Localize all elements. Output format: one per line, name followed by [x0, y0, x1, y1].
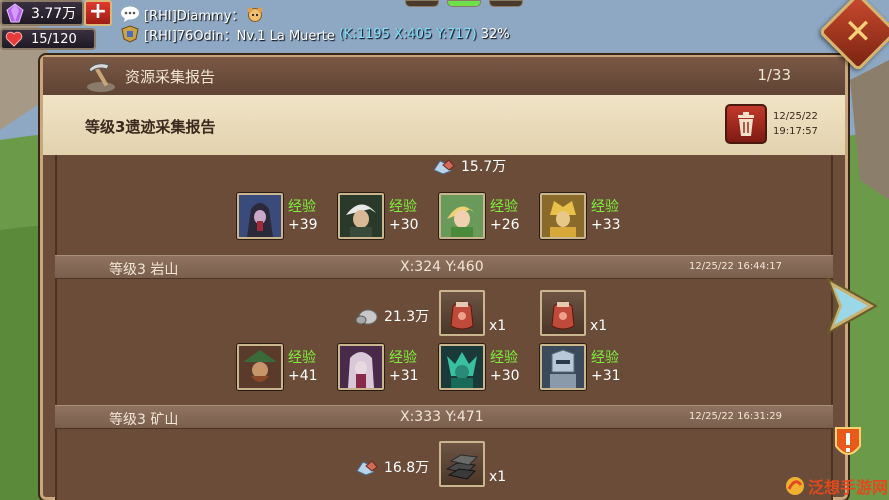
exp-value: +26 — [490, 217, 520, 233]
resource-amount-value: 21.3万 — [384, 309, 430, 325]
chat-line: [RHI]76Odin：Nv.1 La Muerte (K:1195 X:405… — [120, 24, 540, 44]
chat-ticker[interactable]: [RHI]Diammy： [RHI]76Odin：Nv.1 La Muerte … — [120, 4, 540, 46]
white-hair-swordsman-portrait[interactable] — [338, 193, 384, 239]
teal-dragon-warrior-portrait[interactable] — [439, 344, 485, 390]
exp-value: +41 — [288, 368, 318, 384]
report-datetime: 12/25/22 19:17:57 — [773, 109, 818, 139]
next-page-arrow-icon[interactable] — [822, 275, 882, 337]
resource-amount-value: 15.7万 — [461, 159, 507, 175]
close-icon[interactable]: ✕ — [830, 4, 886, 60]
golden-knight-portrait[interactable] — [540, 193, 586, 239]
hero-exp-card: 经验 +30 — [439, 344, 547, 392]
guild-crest-icon — [121, 25, 139, 43]
red-gem-pouch-icon[interactable] — [439, 290, 485, 336]
site-watermark: 泛想手游网 — [784, 472, 889, 500]
exp-label: 经验 — [591, 350, 619, 366]
hero-exp-card: 经验 +41 — [237, 344, 345, 392]
chat-coordinate-link[interactable]: (K:1195 X:405 Y:717) — [339, 27, 477, 42]
chat-sender: [RHI]76Odin：Nv.1 La Muerte — [144, 28, 335, 44]
exp-value: +39 — [288, 217, 318, 233]
panel-header: 资源采集报告 1/33 — [43, 57, 845, 95]
armored-paladin-portrait[interactable] — [540, 344, 586, 390]
exp-label: 经验 — [591, 199, 619, 215]
exp-value: +31 — [591, 368, 621, 384]
ore-icon — [356, 460, 378, 476]
entry-name: 等级3 矿山 — [109, 412, 179, 428]
report-subheader: 等级3遗迹采集报告 12/25/22 19:17:57 — [43, 95, 845, 155]
resource-amount-value: 16.8万 — [384, 460, 430, 476]
purple-gem-icon — [6, 3, 24, 23]
trash-icon — [738, 112, 754, 136]
hero-exp-card: 经验 +31 — [540, 344, 648, 392]
entry-name: 等级3 岩山 — [109, 262, 179, 278]
alert-shield-icon[interactable] — [832, 424, 864, 462]
hero-exp-card: 经验 +26 — [439, 193, 547, 241]
pickaxe-icon — [87, 63, 115, 92]
green-hat-pirate-portrait[interactable] — [237, 344, 283, 390]
exp-label: 经验 — [389, 199, 417, 215]
chat-bubble-icon — [121, 6, 139, 22]
resource-amount: 21.3万 — [354, 306, 429, 326]
ore-icon — [433, 159, 455, 175]
exp-value: +30 — [389, 217, 419, 233]
page-counter: 1/33 — [757, 66, 791, 84]
item-quantity: x1 — [489, 469, 507, 485]
delete-report-button[interactable] — [725, 104, 767, 144]
stamina-value: 15/120 — [31, 31, 77, 47]
report-date: 12/25/22 — [773, 111, 818, 122]
heart-icon — [5, 31, 23, 47]
stone-icon — [355, 309, 378, 325]
item-quantity: x1 — [489, 318, 507, 334]
pet-emoji-icon — [247, 7, 263, 22]
add-gems-button[interactable]: + — [84, 0, 112, 26]
exp-label: 经验 — [490, 199, 518, 215]
watermark-logo-icon — [786, 477, 804, 495]
report-title: 等级3遗迹采集报告 — [85, 118, 216, 136]
exp-value: +33 — [591, 217, 621, 233]
iron-ingot-icon[interactable] — [439, 441, 485, 487]
blonde-archer-portrait[interactable] — [439, 193, 485, 239]
hero-exp-card: 经验 +30 — [338, 193, 446, 241]
entry-coordinates[interactable]: X:324 Y:460 — [400, 259, 484, 275]
hero-exp-card: 经验 +31 — [338, 344, 446, 392]
pale-mage-portrait[interactable] — [338, 344, 384, 390]
exp-value: +30 — [490, 368, 520, 384]
chat-line: [RHI]Diammy： — [120, 4, 540, 24]
resource-amount: 15.7万 — [431, 156, 506, 176]
item-quantity: x1 — [590, 318, 608, 334]
chat-percent: 32% — [480, 26, 510, 42]
hooded-assassin-portrait[interactable] — [237, 193, 283, 239]
hero-exp-card: 经验 +33 — [540, 193, 648, 241]
hero-exp-card: 经验 +39 — [237, 193, 345, 241]
red-gem-pouch-icon[interactable] — [540, 290, 586, 336]
exp-value: +31 — [389, 368, 419, 384]
exp-label: 经验 — [288, 199, 316, 215]
watermark-text: 泛想手游网 — [808, 478, 889, 497]
report-time: 19:17:57 — [773, 126, 818, 137]
stamina-counter[interactable]: 15/120 — [0, 28, 96, 50]
entry-time: 12/25/22 16:31:29 — [689, 411, 783, 422]
exp-label: 经验 — [389, 350, 417, 366]
entry-coordinates[interactable]: X:333 Y:471 — [400, 409, 484, 425]
exp-label: 经验 — [288, 350, 316, 366]
exp-label: 经验 — [490, 350, 518, 366]
gem-counter[interactable]: 3.77万 — [0, 0, 84, 26]
gem-value: 3.77万 — [31, 6, 77, 22]
entry-header[interactable]: 等级3 岩山 X:324 Y:460 12/25/22 16:44:17 — [55, 255, 833, 279]
entry-time: 12/25/22 16:44:17 — [689, 261, 783, 272]
chat-sender: [RHI]Diammy： — [144, 8, 245, 24]
entry-header[interactable]: 等级3 矿山 X:333 Y:471 12/25/22 16:31:29 — [55, 405, 833, 429]
panel-title: 资源采集报告 — [125, 68, 216, 86]
resource-amount: 16.8万 — [354, 457, 429, 477]
